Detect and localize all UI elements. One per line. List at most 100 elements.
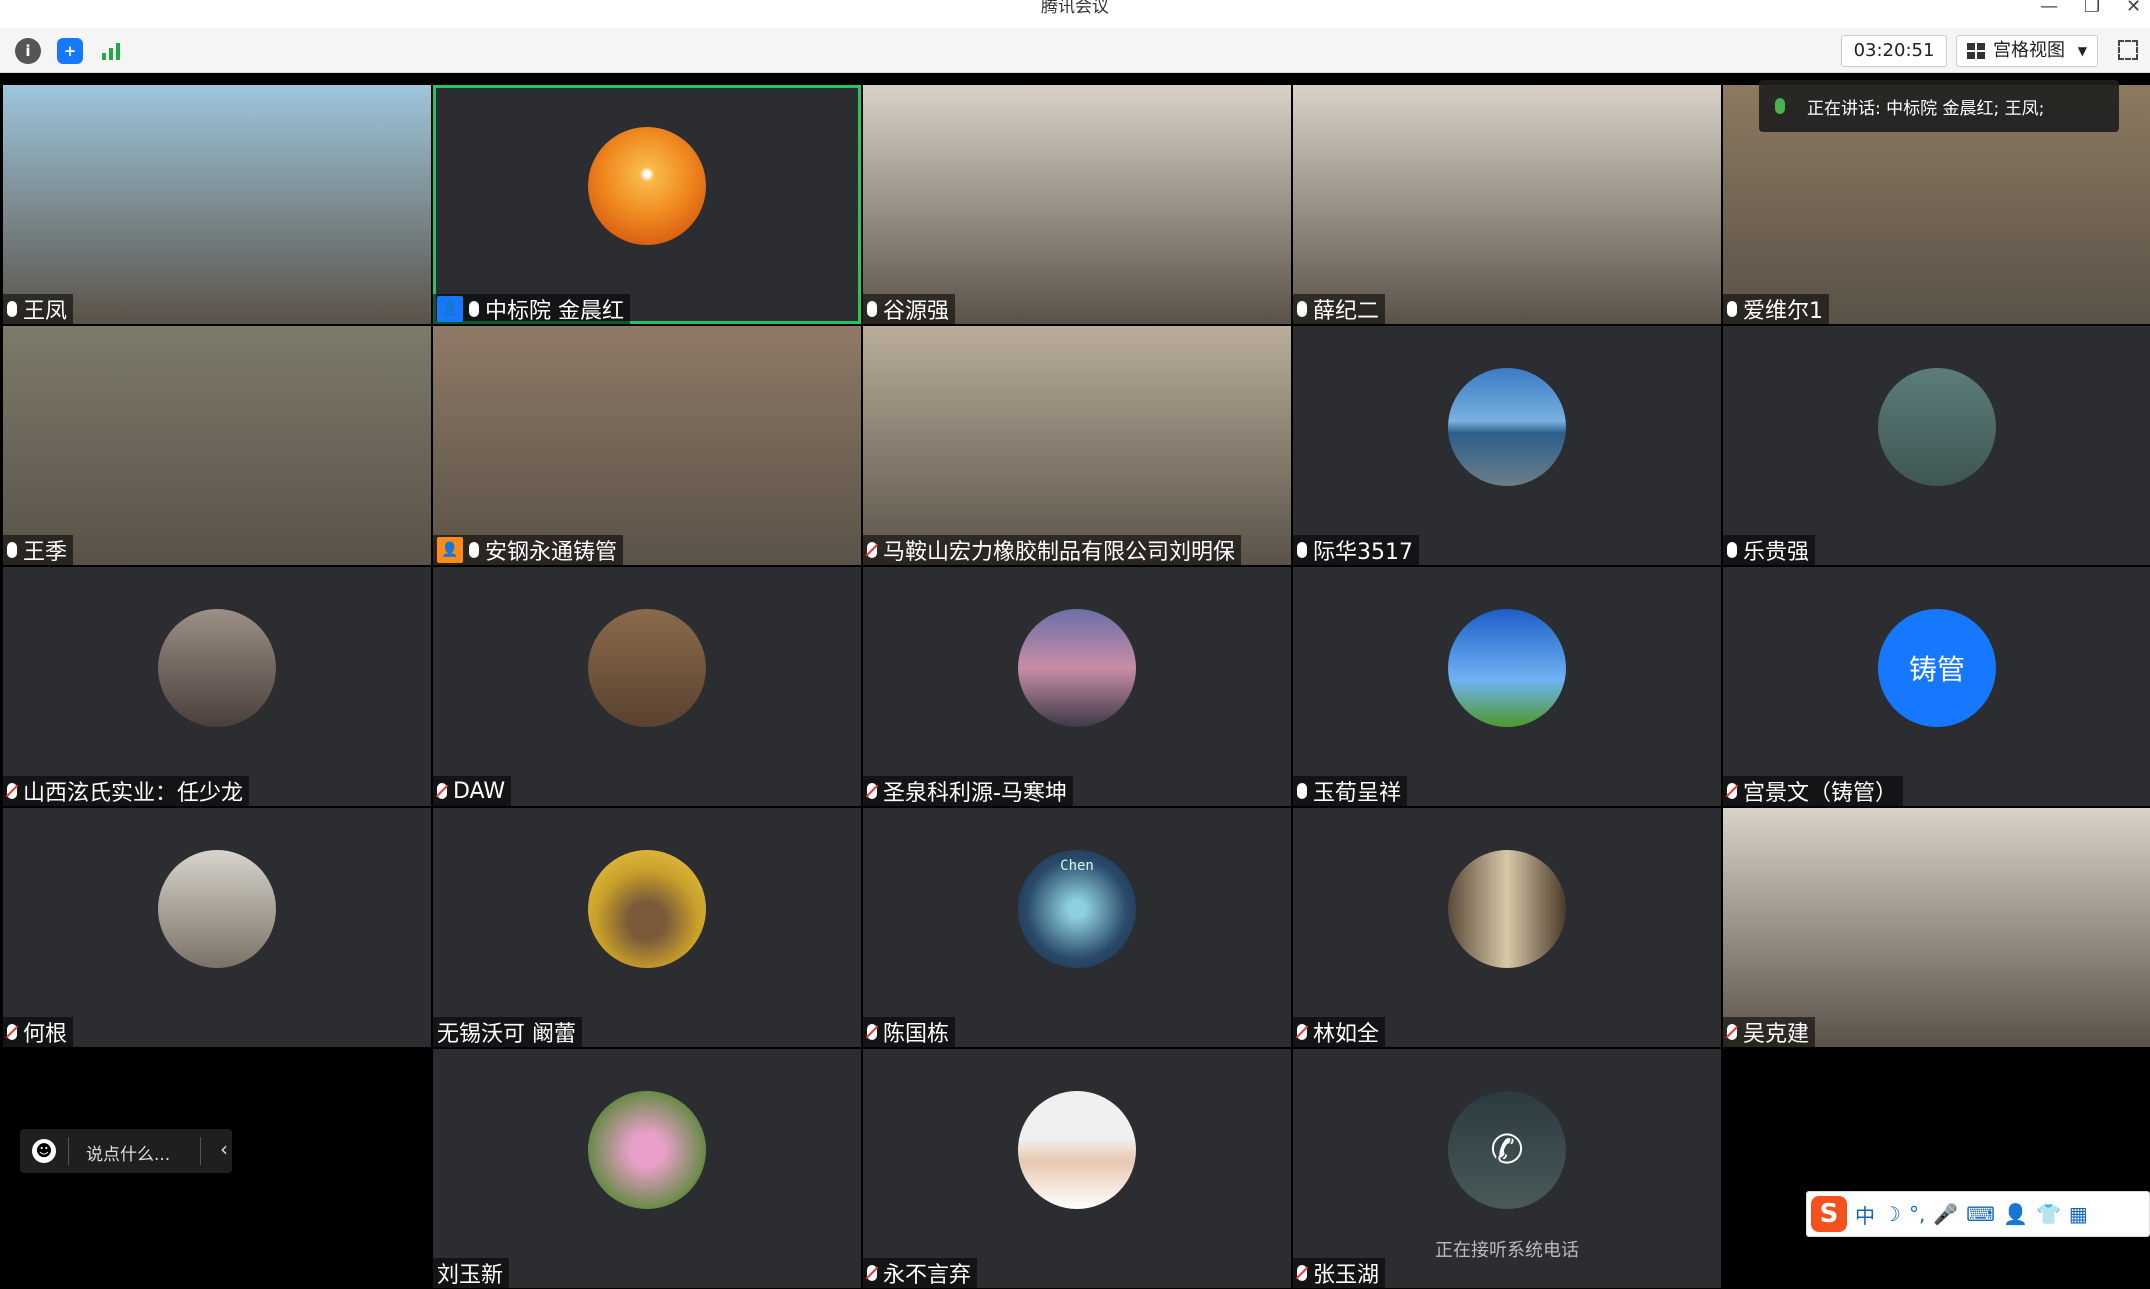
video-feed (3, 85, 431, 324)
participant-name: 何根 (23, 1022, 68, 1047)
mic-icon (1297, 783, 1307, 799)
mic-icon (1727, 542, 1737, 558)
shield-icon[interactable]: + (57, 38, 83, 64)
signal-icon[interactable] (99, 38, 125, 64)
avatar (588, 850, 706, 968)
participant-tile[interactable]: 王凤 (3, 85, 431, 324)
mic-icon (469, 301, 479, 317)
participant-tile[interactable]: 无锡沃可 阚蕾 (433, 808, 861, 1047)
ime-button[interactable]: ☽ (1883, 1202, 1901, 1226)
mic-muted-icon (7, 1024, 17, 1040)
chevron-left-icon[interactable]: ‹ (220, 1137, 228, 1161)
title-bar: 腾讯会议 — ❐ ✕ (0, 0, 2150, 29)
participant-tile[interactable]: 薛纪二 (1293, 85, 1721, 324)
participant-tile[interactable]: 铸管 宫景文（铸管） (1723, 567, 2150, 806)
minimize-icon[interactable]: — (2040, 0, 2058, 17)
ime-button[interactable]: 中 (1855, 1200, 1875, 1229)
participant-tile[interactable]: 吴克建 (1723, 808, 2150, 1047)
name-label-bar: 山西泫氏实业：任少龙 (3, 776, 250, 806)
avatar (588, 127, 706, 245)
view-switch-button[interactable]: 宫格视图 ▼ (1956, 35, 2098, 67)
participant-name: 中标院 金晨红 (485, 299, 624, 324)
mic-muted-icon (867, 1024, 877, 1040)
empty-tile (1723, 1049, 2150, 1288)
ime-button[interactable]: °, (1909, 1202, 1925, 1226)
sogou-logo-icon[interactable]: S (1811, 1196, 1847, 1232)
participant-tile[interactable]: 际华3517 (1293, 326, 1721, 565)
name-label-bar: 👤 中标院 金晨红 (433, 294, 630, 324)
participant-name: 无锡沃可 阚蕾 (437, 1022, 576, 1047)
participant-tile[interactable]: 👤 中标院 金晨红 (433, 85, 861, 324)
ime-button[interactable]: 👕 (2036, 1202, 2061, 1226)
mic-icon (7, 301, 17, 317)
avatar: Chen (1018, 850, 1136, 968)
video-feed (433, 326, 861, 565)
avatar (1448, 850, 1566, 968)
emoji-icon[interactable]: ☻ (32, 1139, 56, 1163)
participant-tile[interactable]: 马鞍山宏力橡胶制品有限公司刘明保 (863, 326, 1291, 565)
grid-view-icon (1967, 43, 1985, 59)
chevron-down-icon: ▼ (2077, 44, 2087, 58)
mic-muted-icon (1727, 783, 1737, 799)
ime-button[interactable]: ⌨ (1966, 1202, 1995, 1226)
participant-tile[interactable]: 乐贵强 (1723, 326, 2150, 565)
info-icon[interactable]: i (15, 38, 41, 64)
participant-name: DAW (453, 778, 506, 804)
name-label-bar: DAW (433, 776, 512, 806)
restore-icon[interactable]: ❐ (2084, 0, 2100, 17)
name-label-bar: 无锡沃可 阚蕾 (433, 1017, 582, 1047)
participant-tile[interactable]: 刘玉新 (433, 1049, 861, 1288)
name-label-bar: 陈国栋 (863, 1017, 956, 1047)
meeting-timer: 03:20:51 (1841, 35, 1947, 67)
name-label-bar: 薛纪二 (1293, 294, 1386, 324)
participant-name: 王凤 (23, 299, 68, 324)
participant-name: 际华3517 (1313, 540, 1413, 565)
mic-icon (1297, 542, 1307, 558)
participant-name: 圣泉科利源-马寒坤 (883, 781, 1067, 806)
participant-tile[interactable]: 王季 (3, 326, 431, 565)
avatar (1448, 368, 1566, 486)
name-label-bar: 王凤 (3, 294, 74, 324)
participant-tile[interactable]: DAW (433, 567, 861, 806)
participant-tile[interactable]: 何根 (3, 808, 431, 1047)
divider (200, 1137, 201, 1165)
participant-name: 爱维尔1 (1743, 299, 1823, 324)
avatar (158, 609, 276, 727)
video-feed (863, 326, 1291, 565)
mic-muted-icon (1727, 1024, 1737, 1040)
mic-muted-icon (1297, 1024, 1307, 1040)
chat-input-bar[interactable]: ☻ 说点什么... ‹ (20, 1129, 232, 1173)
name-label-bar: 乐贵强 (1723, 535, 1816, 565)
participant-name: 宫景文（铸管） (1743, 781, 1898, 806)
chat-placeholder[interactable]: 说点什么... (86, 1140, 170, 1165)
avatar (158, 850, 276, 968)
ime-button[interactable]: 👤 (2003, 1202, 2028, 1226)
video-feed (1723, 808, 2150, 1047)
participant-tile[interactable]: 林如全 (1293, 808, 1721, 1047)
speaking-text: 正在讲话: 中标院 金晨红; 王凤; (1807, 98, 2045, 119)
mic-muted-icon (437, 783, 447, 799)
name-label-bar: 张玉湖 (1293, 1258, 1386, 1288)
participant-tile[interactable]: 玉荀呈祥 (1293, 567, 1721, 806)
name-label-bar: 马鞍山宏力橡胶制品有限公司刘明保 (863, 535, 1242, 565)
name-label-bar: 👤 安钢永通铸管 (433, 535, 624, 565)
participant-tile[interactable]: Chen 陈国栋 (863, 808, 1291, 1047)
participant-tile[interactable]: 圣泉科利源-马寒坤 (863, 567, 1291, 806)
participant-tile[interactable]: 👤 安钢永通铸管 (433, 326, 861, 565)
participant-name: 谷源强 (883, 299, 950, 324)
fullscreen-icon[interactable] (2118, 40, 2138, 60)
participant-tile[interactable]: 山西泫氏实业：任少龙 (3, 567, 431, 806)
ime-button[interactable]: 🎤 (1933, 1202, 1958, 1226)
avatar: ✆ (1448, 1091, 1566, 1209)
avatar-label: Chen (1060, 858, 1094, 874)
ime-button[interactable]: ▦ (2069, 1202, 2088, 1226)
mic-icon (867, 301, 877, 317)
participant-tile[interactable]: 谷源强 (863, 85, 1291, 324)
video-feed (863, 85, 1291, 324)
participant-tile[interactable]: ✆ 正在接听系统电话 张玉湖 (1293, 1049, 1721, 1288)
avatar (1018, 609, 1136, 727)
host-badge-icon: 👤 (437, 537, 463, 563)
participant-name: 安钢永通铸管 (485, 540, 618, 565)
close-icon[interactable]: ✕ (2126, 0, 2141, 17)
participant-tile[interactable]: 永不言弃 (863, 1049, 1291, 1288)
